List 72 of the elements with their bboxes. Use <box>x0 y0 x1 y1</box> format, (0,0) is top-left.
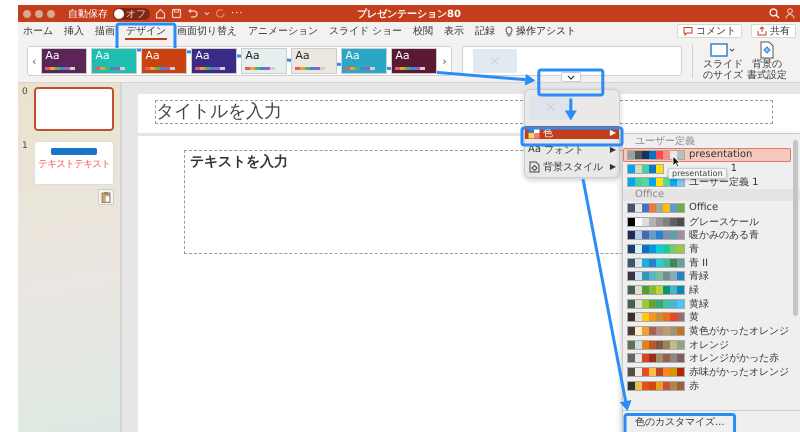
search-icon[interactable] <box>769 8 780 19</box>
color-scheme-item[interactable]: 緑 <box>623 283 791 297</box>
color-scheme-item[interactable]: 青緑 <box>623 270 791 284</box>
highlight-box <box>116 22 176 52</box>
menu-item[interactable]: 背景スタイル ▶ <box>525 160 619 173</box>
color-scheme-item[interactable]: オレンジがかった赤 <box>623 352 791 366</box>
ribbon-tab[interactable]: 記録 <box>474 22 496 40</box>
save-icon[interactable] <box>171 8 182 19</box>
slide-size-icon <box>710 41 736 59</box>
ribbon-tab[interactable]: 描画 <box>94 22 116 40</box>
scrollbar[interactable] <box>793 140 798 316</box>
autosave-toggle[interactable]: オフ <box>113 8 150 20</box>
page-paint-icon <box>758 41 776 59</box>
ribbon-tab[interactable]: 画面切り替え <box>176 22 238 40</box>
home-icon[interactable] <box>155 8 166 19</box>
section-header: ユーザー定義 <box>634 136 696 148</box>
format-background-button[interactable]: 背景の 書式設定 <box>746 41 787 81</box>
theme-thumbnail[interactable]: Aa <box>41 48 88 74</box>
theme-sample-text: Aa <box>145 50 161 62</box>
color-scheme-item[interactable]: オレンジ <box>623 338 791 352</box>
ribbon-tab[interactable]: スライド ショー <box>328 22 404 40</box>
slide-size-button[interactable]: スライド のサイズ <box>702 41 743 81</box>
tell-me-link[interactable]: 操作アシスト <box>516 24 576 38</box>
highlight-box <box>537 68 604 96</box>
color-scheme-item[interactable]: 黄色がかったオレンジ <box>623 324 791 338</box>
paste-options-button[interactable] <box>98 189 114 205</box>
lightbulb-icon[interactable] <box>505 26 514 36</box>
ribbon-tab[interactable]: アニメーション <box>247 22 319 40</box>
submenu-arrow: ▶ <box>610 128 616 137</box>
customize-colors-button[interactable]: 色のカスタマイズ... <box>631 412 729 430</box>
share-icon <box>757 26 767 36</box>
thumbnail-text: テキストテキスト <box>38 159 110 170</box>
ribbon-tab[interactable]: 表示 <box>443 22 466 40</box>
color-strip <box>145 67 176 70</box>
person-icon[interactable] <box>785 8 795 19</box>
ribbon-tab[interactable]: ホーム <box>22 22 54 40</box>
color-strip <box>45 67 76 70</box>
color-scheme-item[interactable]: 黄緑 <box>623 296 791 311</box>
color-scheme-item[interactable]: 赤味がかったオレンジ <box>623 365 791 379</box>
theme-sample-text: Aa <box>95 50 111 62</box>
autosave-label: 自動保存 <box>68 8 108 20</box>
slide-thumbnail[interactable] <box>34 87 114 131</box>
ribbon-tab[interactable]: 挿入 <box>63 22 85 40</box>
page-paint-icon <box>528 160 540 172</box>
section-header: Office <box>623 189 800 202</box>
slide-number: 1 <box>22 141 29 153</box>
ribbon-tab[interactable]: 校閲 <box>412 22 434 40</box>
color-scheme-item[interactable]: 青 II <box>623 256 791 270</box>
tooltip: presentation <box>668 168 727 180</box>
more-button[interactable]: ··· <box>231 8 244 19</box>
redo-icon[interactable] <box>215 8 226 19</box>
submenu-arrow: ▶ <box>610 162 616 171</box>
thumbnail-banner <box>51 148 97 155</box>
slide-number: 0 <box>22 87 29 99</box>
clipboard-icon <box>101 191 111 203</box>
gallery-prev-button[interactable]: ‹ <box>31 54 38 68</box>
undo-icon[interactable] <box>187 8 199 19</box>
cursor-icon <box>672 155 681 168</box>
speech-bubble-icon <box>683 26 693 36</box>
annotation-arrow <box>564 98 577 120</box>
window-title: プレゼンテーション80 <box>357 7 461 20</box>
caret-icon <box>566 74 575 80</box>
color-strip <box>95 67 126 70</box>
comment-button[interactable]: コメント <box>677 24 742 38</box>
ribbon-tab[interactable]: デザイン <box>125 22 167 40</box>
share-button[interactable]: 共有 <box>751 24 796 38</box>
color-grid-icon <box>528 126 540 138</box>
color-scheme-item[interactable]: 赤 <box>623 379 791 393</box>
expand-gallery-button[interactable] <box>560 72 581 82</box>
color-scheme-item[interactable]: 黄 <box>623 310 791 324</box>
color-scheme-item[interactable]: presentation <box>623 148 791 162</box>
theme-sample-text: Aa <box>45 50 61 62</box>
